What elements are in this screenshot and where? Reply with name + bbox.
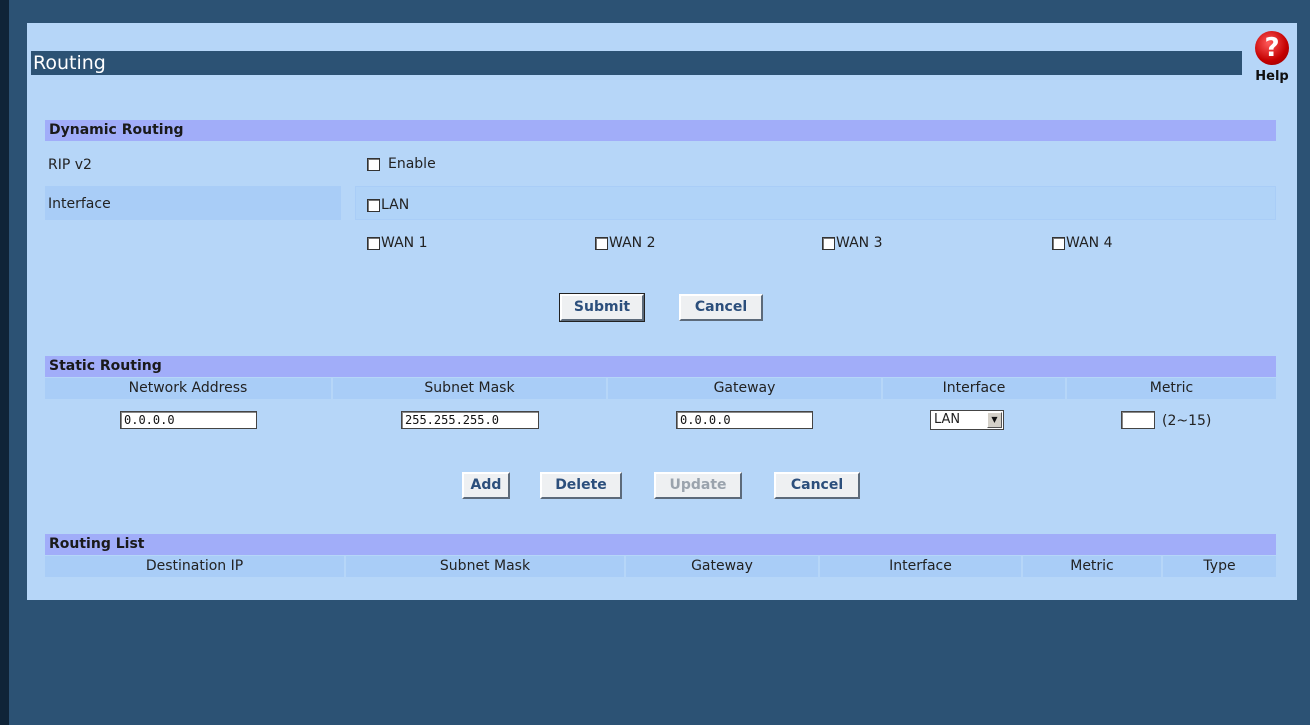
network-address-input[interactable]: 0.0.0.0 [120,411,257,429]
add-button[interactable]: Add [462,472,510,499]
help-icon: ? [1255,31,1289,65]
routing-list-header: Routing List [45,534,1276,555]
wan2-checkbox[interactable]: WAN 2 [595,235,655,251]
checkbox-icon [595,236,608,250]
column-list-subnet-mask: Subnet Mask [346,556,626,577]
chevron-down-icon: ▼ [987,412,1002,428]
checkbox-icon [367,157,380,171]
static-routing-header: Static Routing [45,356,1276,377]
column-destination-ip: Destination IP [45,556,346,577]
rip-enable-checkbox[interactable]: Enable [367,156,436,172]
help-label: Help [1255,69,1289,84]
wan4-checkbox[interactable]: WAN 4 [1052,235,1112,251]
checkbox-icon [1052,236,1065,250]
column-list-type: Type [1163,556,1276,577]
interface-select[interactable]: LAN ▼ [930,410,1004,430]
wan2-label: WAN 2 [609,235,656,251]
metric-range-label: (2~15) [1162,413,1212,429]
help-button[interactable]: ? Help [1247,31,1297,101]
subnet-mask-input[interactable]: 255.255.255.0 [401,411,539,429]
lan-checkbox[interactable]: LAN [367,197,409,213]
wan4-label: WAN 4 [1066,235,1113,251]
checkbox-icon [367,198,380,212]
wan1-checkbox[interactable]: WAN 1 [367,235,427,251]
static-cancel-button[interactable]: Cancel [774,472,860,499]
checkbox-icon [822,236,835,250]
column-network-address: Network Address [45,378,333,399]
dynamic-routing-header: Dynamic Routing [45,120,1276,141]
wan1-label: WAN 1 [381,235,428,251]
column-list-metric: Metric [1023,556,1163,577]
enable-label: Enable [388,156,436,172]
interface-label: Interface [48,196,111,212]
column-subnet-mask: Subnet Mask [333,378,608,399]
lan-label: LAN [381,197,410,213]
wan3-label: WAN 3 [836,235,883,251]
routing-panel: Routing ? Help Dynamic Routing RIP v2 En… [27,23,1297,600]
rip-v2-label: RIP v2 [48,157,92,173]
page-title: Routing [31,51,1242,75]
metric-input[interactable] [1121,411,1155,429]
submit-button[interactable]: Submit [559,293,645,322]
static-routing-columns: Network Address Subnet Mask Gateway Inte… [45,378,1276,399]
lan-row-band [355,186,1276,220]
column-interface: Interface [883,378,1067,399]
update-button[interactable]: Update [654,472,742,499]
gateway-input[interactable]: 0.0.0.0 [676,411,813,429]
checkbox-icon [367,236,380,250]
column-list-gateway: Gateway [626,556,820,577]
wan3-checkbox[interactable]: WAN 3 [822,235,882,251]
routing-list-columns: Destination IP Subnet Mask Gateway Inter… [45,556,1276,577]
column-metric: Metric [1067,378,1276,399]
column-gateway: Gateway [608,378,883,399]
dynamic-cancel-button[interactable]: Cancel [679,294,763,321]
delete-button[interactable]: Delete [540,472,622,499]
interface-select-value: LAN [934,412,961,427]
column-list-interface: Interface [820,556,1023,577]
window-left-edge [0,0,9,725]
